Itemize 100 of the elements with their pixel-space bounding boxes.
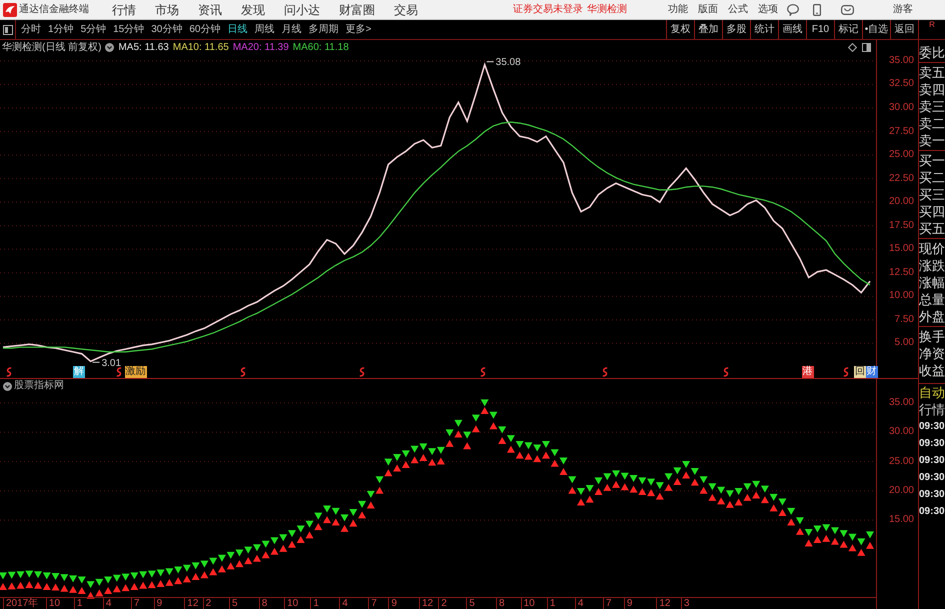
marker-icon <box>842 367 849 377</box>
marker-icon <box>358 367 365 377</box>
app-name: 通达信金融终端 <box>19 2 89 16</box>
corner-label: R <box>929 20 935 30</box>
trade-time: 09:30 <box>919 454 945 468</box>
menu-item[interactable]: 市场 <box>155 2 179 18</box>
message-icon[interactable] <box>841 4 854 14</box>
menu-item[interactable]: 行情 <box>112 2 136 18</box>
leader-line <box>486 61 494 62</box>
chevron-circle-icon[interactable] <box>105 43 114 52</box>
date-label: 2017年 <box>3 598 38 609</box>
event-tag: 回 <box>854 366 866 378</box>
date-label: 9 <box>388 598 397 609</box>
axis-label: 27.50 <box>888 126 914 138</box>
price-label: 3.01 <box>102 358 122 369</box>
mode-tab[interactable]: 行情 <box>919 401 945 418</box>
indicator-title: 股票指标网 <box>14 380 64 392</box>
quote-label: 涨幅 <box>919 274 945 291</box>
date-label: 10 <box>520 598 535 609</box>
date-label: 9 <box>154 598 162 609</box>
date-label: 4 <box>102 598 112 609</box>
chat-bubble-icon[interactable] <box>787 4 799 16</box>
toolbar-button[interactable]: 统计 <box>750 20 778 39</box>
tool-menu-item[interactable]: 功能 <box>668 2 688 16</box>
date-label: 5 <box>228 598 238 609</box>
axis-label: 10.00 <box>888 290 914 302</box>
quote-label: 卖二 <box>919 115 945 132</box>
chevron-circle-icon[interactable] <box>3 382 12 390</box>
quote-label: 换手 <box>919 328 945 345</box>
quote-label: 涨跌 <box>919 257 945 274</box>
status-link[interactable]: 华测检测 <box>587 2 627 16</box>
toolbar-button[interactable]: F10 <box>806 20 834 39</box>
menu-item[interactable]: 发现 <box>241 2 265 18</box>
date-label: 4 <box>339 598 348 609</box>
date-label: 12 <box>656 598 670 609</box>
toolbar-button[interactable]: 返回 <box>890 20 918 39</box>
axis-label: 15.00 <box>888 514 914 526</box>
period-tab[interactable]: 分时 <box>21 22 41 36</box>
date-label: 7 <box>602 598 612 609</box>
period-tab[interactable]: 周线 <box>254 22 274 36</box>
quote-label: 买四 <box>919 203 945 220</box>
quote-label: 卖三 <box>919 98 945 115</box>
period-tab[interactable]: 更多> <box>346 22 372 36</box>
trade-time: 09:30 <box>919 488 945 502</box>
period-tab[interactable]: 1分钟 <box>48 22 74 36</box>
axis-label: 20.00 <box>888 484 914 497</box>
event-tag: 解 <box>73 366 86 378</box>
quote-label: 卖四 <box>919 81 945 98</box>
axis-label: 25.00 <box>888 456 914 468</box>
menu-item[interactable]: 问小达 <box>284 2 320 18</box>
axis-label: 7.50 <box>894 314 914 326</box>
period-tab[interactable]: 多周期 <box>308 22 338 36</box>
toolbar-button[interactable]: 复权 <box>666 20 694 39</box>
date-label: 2 <box>438 598 447 609</box>
date-label: 7 <box>130 598 140 609</box>
status-link[interactable]: 证券交易未登录 <box>513 2 583 16</box>
square-icon[interactable] <box>862 43 871 52</box>
phone-icon[interactable] <box>813 4 821 16</box>
axis-label: 12.50 <box>888 266 914 279</box>
axis-label: 25.00 <box>888 149 914 162</box>
period-tab[interactable]: 月线 <box>282 22 302 36</box>
date-label: 5 <box>466 598 475 609</box>
quote-label: 总量 <box>919 291 945 308</box>
axis-label: 20.00 <box>888 196 914 208</box>
date-label: 10 <box>46 598 60 609</box>
quote-label: 收益 <box>919 362 945 379</box>
tool-menu-item[interactable]: 选项 <box>758 2 778 16</box>
quote-label: 委比 <box>919 44 945 61</box>
tool-menu-item[interactable]: 公式 <box>728 2 748 16</box>
period-tab[interactable]: 60分钟 <box>189 22 220 36</box>
axis-label: 35.00 <box>888 54 914 67</box>
menu-item[interactable]: 交易 <box>394 2 418 18</box>
user-button[interactable]: 游客 <box>893 2 913 16</box>
toolbar-button[interactable]: 画线 <box>778 20 806 39</box>
toolbar-button[interactable]: •自选 <box>862 20 890 39</box>
diamond-icon[interactable] <box>848 43 857 52</box>
date-label: 7 <box>368 598 377 609</box>
date-label: 9 <box>624 598 632 609</box>
menu-item[interactable]: 财富圈 <box>339 2 375 18</box>
date-label: 3 <box>680 598 690 609</box>
quote-label: 净资 <box>919 345 945 362</box>
date-label: 8 <box>496 598 505 609</box>
tool-menu-item[interactable]: 版面 <box>698 2 718 16</box>
period-tab[interactable]: 日线 <box>228 22 248 36</box>
toolbar-button[interactable]: 标记 <box>834 20 862 39</box>
menu-item[interactable]: 资讯 <box>198 2 222 18</box>
legend-item: MA10: 11.65 <box>172 42 229 54</box>
marker-icon <box>722 367 729 377</box>
trade-time: 09:30 <box>919 505 945 519</box>
panel-icon[interactable] <box>2 24 12 34</box>
price-label: 35.08 <box>496 57 521 68</box>
toolbar-button[interactable]: 叠加 <box>694 20 722 39</box>
marker-icon <box>116 367 122 377</box>
period-tab[interactable]: 30分钟 <box>151 22 182 36</box>
leader-line <box>92 362 100 363</box>
period-tab[interactable]: 5分钟 <box>80 22 106 36</box>
date-label: 1 <box>74 598 82 609</box>
mode-tab[interactable]: 自动 <box>919 384 945 401</box>
period-tab[interactable]: 15分钟 <box>113 22 144 36</box>
toolbar-button[interactable]: 多股 <box>722 20 750 39</box>
